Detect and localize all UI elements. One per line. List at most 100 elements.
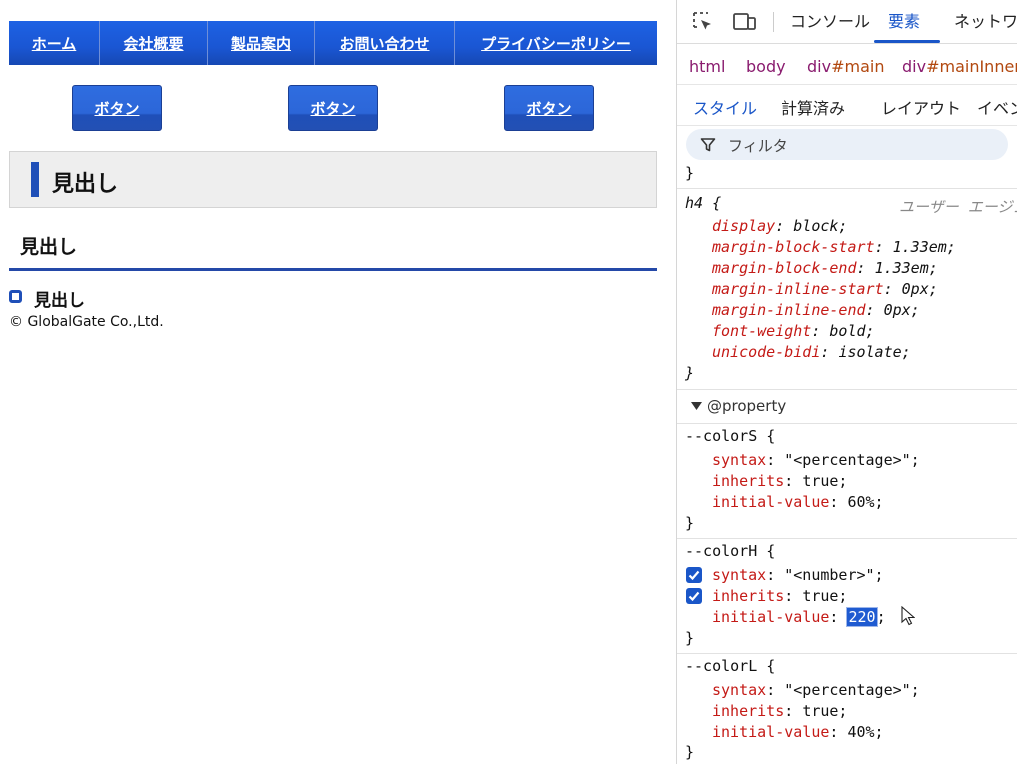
- toolbar-separator: [773, 12, 774, 32]
- subtab-computed[interactable]: 計算済み: [781, 95, 845, 119]
- decl-initial-value[interactable]: initial-value: 60%;: [712, 493, 884, 511]
- decl-prop: inherits: [712, 472, 785, 490]
- breadcrumb-html[interactable]: html: [689, 57, 725, 76]
- rule-close-brace: }: [685, 364, 695, 382]
- heading-box: 見出し: [9, 151, 657, 208]
- breadcrumb-div-main[interactable]: div#main: [807, 57, 884, 76]
- device-toolbar-icon[interactable]: [732, 10, 756, 34]
- button-3[interactable]: ボタン: [504, 85, 594, 131]
- decl-value: 0px;: [883, 301, 920, 319]
- rule-divider: [677, 653, 1017, 654]
- decl-margin-inline-start[interactable]: margin-inline-start: 0px;: [712, 280, 938, 298]
- decl-prop: initial-value: [712, 493, 830, 511]
- decl-value: bold;: [829, 322, 875, 340]
- rule-divider: [677, 389, 1017, 390]
- decl-prop: margin-block-end: [712, 259, 857, 277]
- property-colorH-name: --colorH {: [685, 542, 776, 560]
- decl-prop: inherits: [712, 702, 785, 720]
- copyright-text: © GlobalGate Co.,Ltd.: [9, 314, 164, 330]
- subtab-event-listeners[interactable]: イベント: [977, 95, 1017, 119]
- breadcrumb-body[interactable]: body: [746, 57, 786, 76]
- decl-value: 60%;: [847, 493, 884, 511]
- decl-value: block;: [793, 217, 848, 235]
- heading-text: 見出し: [34, 291, 85, 311]
- decl-prop: initial-value: [712, 608, 830, 626]
- syntax-checkbox[interactable]: [686, 567, 702, 583]
- breadcrumb-div-maininner[interactable]: div#mainInner: [902, 57, 1017, 76]
- rule-origin: ユーザー エージェント: [899, 198, 1017, 216]
- property-section-toggle[interactable]: @property: [691, 397, 786, 415]
- decl-font-weight[interactable]: font-weight: bold;: [712, 322, 875, 340]
- decl-syntax[interactable]: syntax: "<percentage>";: [712, 681, 920, 699]
- filter-icon: [700, 138, 716, 152]
- subtab-layout[interactable]: レイアウト: [881, 95, 961, 119]
- decl-value: 40%;: [847, 723, 884, 741]
- active-tab-indicator: [874, 40, 940, 43]
- devtools-panel: コンソール 要素 ネットワーク html body div#main div#m…: [676, 0, 1017, 764]
- button-2[interactable]: ボタン: [288, 85, 378, 131]
- decl-inherits[interactable]: inherits: true;: [712, 587, 847, 605]
- inspect-element-icon[interactable]: [691, 10, 715, 34]
- devtools-toolbar: コンソール 要素 ネットワーク: [677, 0, 1017, 44]
- heading-text: 見出し: [52, 172, 119, 197]
- decl-value: isolate;: [838, 343, 911, 361]
- decl-prop: inherits: [712, 587, 785, 605]
- decl-unicode-bidi[interactable]: unicode-bidi: isolate;: [712, 343, 911, 361]
- web-page: ホーム 会社概要 製品案内 お問い合わせ プライバシーポリシー ボタン ボタン …: [0, 0, 676, 764]
- property-colorS-name: --colorS {: [685, 427, 776, 445]
- crumb-id: #mainInner: [926, 57, 1017, 76]
- decl-syntax[interactable]: syntax: "<number>";: [712, 566, 884, 584]
- styles-filter: [686, 129, 1008, 160]
- decl-prop: syntax: [712, 681, 767, 699]
- tab-console[interactable]: コンソール: [790, 0, 870, 42]
- tab-network[interactable]: ネットワーク: [954, 0, 1017, 42]
- nav-item-privacy[interactable]: プライバシーポリシー: [455, 21, 657, 65]
- tab-elements[interactable]: 要素: [888, 0, 920, 42]
- rule-close-brace: }: [685, 164, 695, 182]
- decl-inherits[interactable]: inherits: true;: [712, 702, 847, 720]
- decl-value-tail: ;: [876, 608, 886, 626]
- nav-item-contact[interactable]: お問い合わせ: [315, 21, 455, 65]
- decl-prop: initial-value: [712, 723, 830, 741]
- decl-prop: display: [712, 217, 776, 235]
- dom-breadcrumb: html body div#main div#mainInner: [677, 47, 1017, 85]
- decl-value: "<percentage>";: [784, 451, 920, 469]
- decl-prop: unicode-bidi: [712, 343, 821, 361]
- rule-divider: [677, 188, 1017, 189]
- decl-margin-inline-end[interactable]: margin-inline-end: 0px;: [712, 301, 920, 319]
- decl-inherits[interactable]: inherits: true;: [712, 472, 847, 490]
- rule-close-brace: }: [685, 514, 695, 532]
- decl-initial-value[interactable]: initial-value: 40%;: [712, 723, 884, 741]
- nav-item-home[interactable]: ホーム: [9, 21, 100, 65]
- decl-initial-value[interactable]: initial-value: 220;: [712, 607, 886, 627]
- decl-prop: syntax: [712, 451, 767, 469]
- decl-value: "<percentage>";: [784, 681, 920, 699]
- heading-underlined: 見出し: [9, 230, 657, 271]
- nav-item-products[interactable]: 製品案内: [208, 21, 315, 65]
- rule-divider: [677, 538, 1017, 539]
- rule-close-brace: }: [685, 743, 695, 761]
- decl-syntax[interactable]: syntax: "<percentage>";: [712, 451, 920, 469]
- mouse-pointer-icon: [901, 606, 915, 626]
- subtab-styles[interactable]: スタイル: [693, 95, 757, 119]
- decl-prop: margin-inline-start: [712, 280, 884, 298]
- decl-value: "<number>";: [784, 566, 884, 584]
- decl-margin-block-end[interactable]: margin-block-end: 1.33em;: [712, 259, 938, 277]
- crumb-tag: div: [807, 57, 832, 76]
- inherits-checkbox[interactable]: [686, 588, 702, 604]
- heading-accent-bar: [31, 162, 39, 197]
- rule-close-brace: }: [685, 629, 695, 647]
- decl-prop: syntax: [712, 566, 767, 584]
- filter-input[interactable]: [726, 133, 1000, 158]
- nav-item-company[interactable]: 会社概要: [100, 21, 208, 65]
- decl-prop: margin-block-start: [712, 238, 875, 256]
- checkmark-icon: [688, 591, 700, 602]
- decl-display[interactable]: display: block;: [712, 217, 847, 235]
- rule-divider: [677, 423, 1017, 424]
- decl-prop: font-weight: [712, 322, 812, 340]
- decl-prop: margin-inline-end: [712, 301, 866, 319]
- decl-value: true;: [802, 587, 848, 605]
- initial-value-editor[interactable]: 220: [846, 607, 878, 627]
- decl-margin-block-start[interactable]: margin-block-start: 1.33em;: [712, 238, 956, 256]
- button-1[interactable]: ボタン: [72, 85, 162, 131]
